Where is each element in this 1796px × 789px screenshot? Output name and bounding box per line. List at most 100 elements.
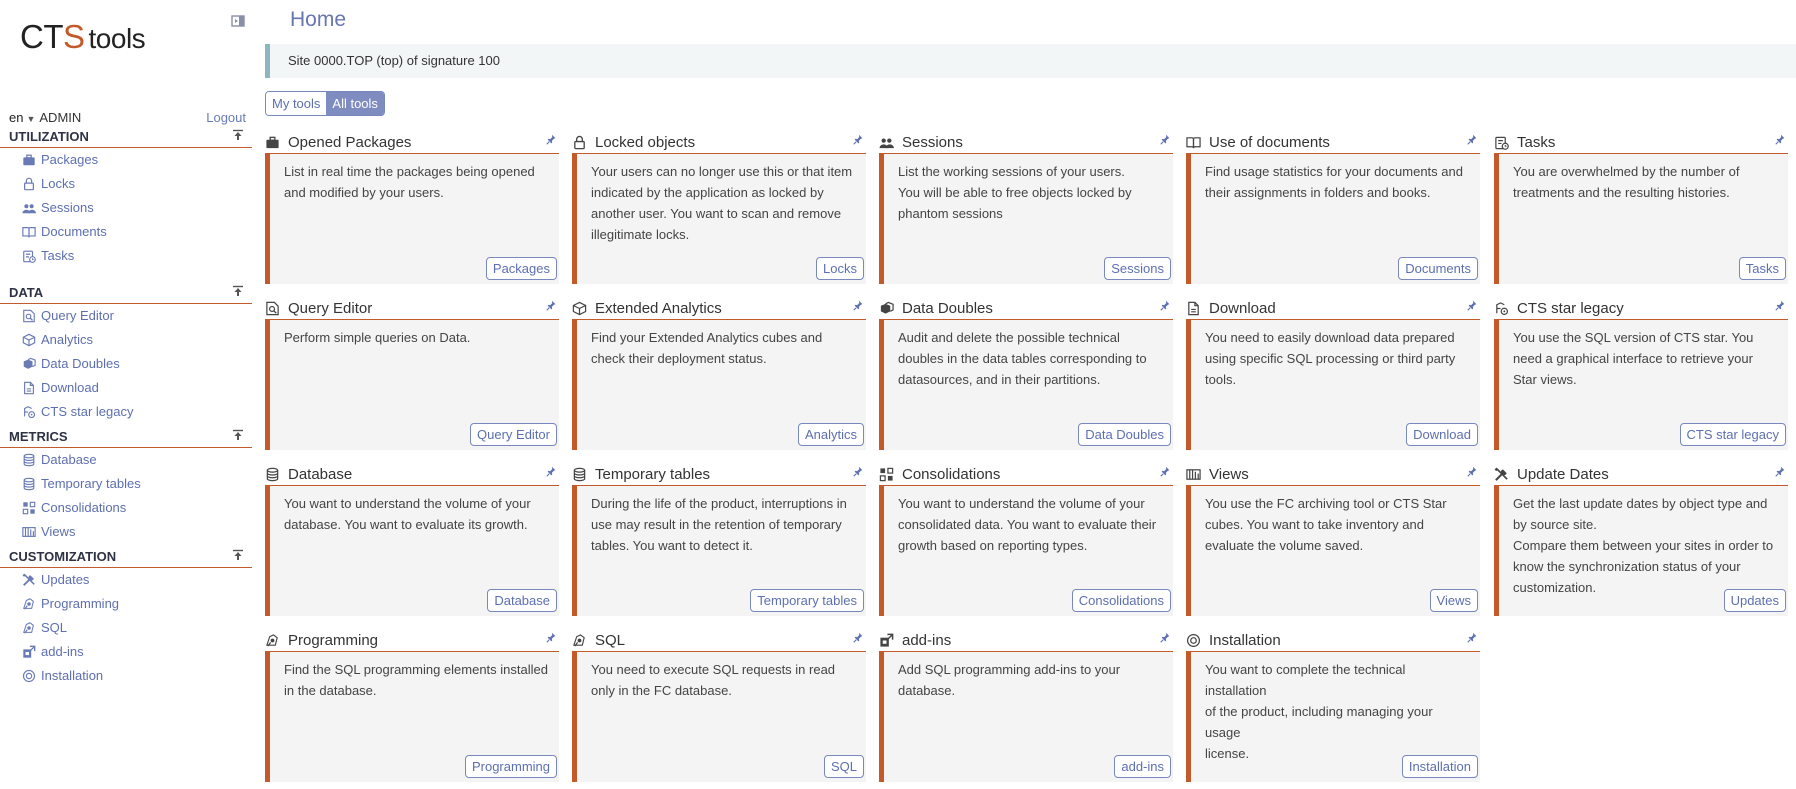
open-installation-button[interactable]: Installation <box>1401 755 1478 778</box>
card-header: Installation <box>1186 630 1480 652</box>
card-header: Database <box>265 464 559 486</box>
card-description-line: tools. <box>1205 372 1237 387</box>
logout-link[interactable]: Logout <box>206 110 246 125</box>
sidebar-section-header[interactable]: DATA <box>0 284 252 304</box>
collapse-section-icon[interactable] <box>232 285 244 297</box>
open-consolidations-button[interactable]: Consolidations <box>1071 589 1171 612</box>
open-opened-packages-button[interactable]: Packages <box>485 257 557 280</box>
open-add-ins-button[interactable]: add-ins <box>1114 755 1171 778</box>
pin-icon[interactable] <box>1775 300 1786 311</box>
tab-my-tools[interactable]: My tools <box>266 92 327 115</box>
sidebar-item-database[interactable]: Database <box>0 448 252 472</box>
sidebar-item-cts-star-legacy[interactable]: CTS star legacy <box>0 400 252 424</box>
tool-card-programming: Programming Find the SQL programming elem… <box>265 630 559 782</box>
collapse-section-icon[interactable] <box>232 429 244 441</box>
card-description-line: Perform simple queries on Data. <box>284 330 471 345</box>
pin-icon[interactable] <box>853 632 864 643</box>
sidebar-item-locks[interactable]: Locks <box>0 172 252 196</box>
card-header: SQL <box>572 630 866 652</box>
open-views-button[interactable]: Views <box>1429 589 1478 612</box>
sidebar-item-packages[interactable]: Packages <box>0 148 252 172</box>
open-tasks-button[interactable]: Tasks <box>1738 257 1786 280</box>
pin-icon[interactable] <box>1467 300 1478 311</box>
addin-icon <box>23 645 36 658</box>
open-sessions-button[interactable]: Sessions <box>1104 257 1171 280</box>
open-locked-objects-button[interactable]: Locks <box>816 257 864 280</box>
open-programming-button[interactable]: Programming <box>464 755 557 778</box>
sidebar-item-add-ins[interactable]: add-ins <box>0 640 252 664</box>
pin-icon[interactable] <box>1467 632 1478 643</box>
sidebar-item-documents[interactable]: Documents <box>0 220 252 244</box>
pin-icon[interactable] <box>1160 466 1171 477</box>
sidebar-item-label: Database <box>41 452 97 467</box>
tool-card-data-doubles: Data Doubles Audit and delete the possibl… <box>879 298 1173 450</box>
open-extended-analytics-button[interactable]: Analytics <box>797 423 864 446</box>
sidebar-item-label: Temporary tables <box>41 476 141 491</box>
chevron-down-icon[interactable]: ▼ <box>26 114 35 124</box>
section-title: CUSTOMIZATION <box>9 549 117 564</box>
sidebar-item-installation[interactable]: Installation <box>0 664 252 688</box>
pin-icon[interactable] <box>546 300 557 311</box>
sidebar-section-header[interactable]: CUSTOMIZATION <box>0 548 252 568</box>
open-update-dates-button[interactable]: Updates <box>1723 589 1786 612</box>
sidebar-item-query-editor[interactable]: Query Editor <box>0 304 252 328</box>
card-description-line: Find usage statistics for your documents… <box>1205 164 1463 179</box>
sidebar-item-programming[interactable]: Programming <box>0 592 252 616</box>
card-body: You need to execute SQL requests in read… <box>572 652 866 782</box>
pin-icon[interactable] <box>546 134 557 145</box>
lock-icon <box>24 177 34 191</box>
app-logo: CTS tools <box>20 18 146 55</box>
sidebar-item-temporary-tables[interactable]: Temporary tables <box>0 472 252 496</box>
open-query-editor-button[interactable]: Query Editor <box>470 423 557 446</box>
pin-icon[interactable] <box>853 466 864 477</box>
open-use-of-documents-button[interactable]: Documents <box>1398 257 1478 280</box>
sidebar-item-sql[interactable]: SQL <box>0 616 252 640</box>
pin-icon[interactable] <box>1775 466 1786 477</box>
sidebar-item-consolidations[interactable]: Consolidations <box>0 496 252 520</box>
pin-icon[interactable] <box>1160 134 1171 145</box>
open-cts-star-legacy-button[interactable]: CTS star legacy <box>1679 423 1786 446</box>
card-description-line: You use the FC archiving tool or CTS Sta… <box>1205 496 1447 511</box>
collapse-sidebar-icon[interactable] <box>231 14 245 28</box>
users-icon <box>879 138 894 149</box>
pin-icon[interactable] <box>1775 134 1786 145</box>
collapse-section-icon[interactable] <box>232 549 244 561</box>
card-description-line: You want to understand the volume of you… <box>284 496 531 511</box>
tab-all-tools[interactable]: All tools <box>326 92 384 115</box>
card-description-line: treatments and the resulting histories. <box>1513 185 1730 200</box>
sidebar-item-label: Updates <box>41 572 90 587</box>
open-temporary-tables-button[interactable]: Temporary tables <box>750 589 864 612</box>
card-title: Database <box>288 466 353 483</box>
pin-icon[interactable] <box>1160 300 1171 311</box>
card-body: Perform simple queries on Data. Query Edi… <box>265 320 559 450</box>
collapse-section-icon[interactable] <box>232 129 244 141</box>
pin-icon[interactable] <box>546 632 557 643</box>
sidebar-item-analytics[interactable]: Analytics <box>0 328 252 352</box>
pin-icon[interactable] <box>853 134 864 145</box>
cubes-icon <box>23 357 36 369</box>
sidebar-item-data-doubles[interactable]: Data Doubles <box>0 352 252 376</box>
card-description-line: their assignments in folders and books. <box>1205 185 1431 200</box>
open-download-button[interactable]: Download <box>1406 423 1478 446</box>
open-database-button[interactable]: Database <box>487 589 557 612</box>
pin-icon[interactable] <box>546 466 557 477</box>
card-header: Use of documents <box>1186 132 1480 154</box>
sidebar-item-sessions[interactable]: Sessions <box>0 196 252 220</box>
card-title: Locked objects <box>595 134 696 151</box>
sidebar-section-header[interactable]: METRICS <box>0 428 252 448</box>
sidebar-item-views[interactable]: Views <box>0 520 252 544</box>
sidebar-item-download[interactable]: Download <box>0 376 252 400</box>
file-icon <box>1188 301 1199 316</box>
card-title: CTS star legacy <box>1517 300 1624 317</box>
language-select[interactable]: en <box>9 110 23 125</box>
pin-icon[interactable] <box>853 300 864 311</box>
sidebar-item-updates[interactable]: Updates <box>0 568 252 592</box>
pin-icon[interactable] <box>1467 134 1478 145</box>
sidebar-item-tasks[interactable]: Tasks <box>0 244 252 268</box>
card-body: Get the last update dates by object type… <box>1494 486 1788 616</box>
open-sql-button[interactable]: SQL <box>823 755 864 778</box>
pin-icon[interactable] <box>1467 466 1478 477</box>
pin-icon[interactable] <box>1160 632 1171 643</box>
sidebar-section-header[interactable]: UTILIZATION <box>0 128 252 148</box>
open-data-doubles-button[interactable]: Data Doubles <box>1078 423 1171 446</box>
